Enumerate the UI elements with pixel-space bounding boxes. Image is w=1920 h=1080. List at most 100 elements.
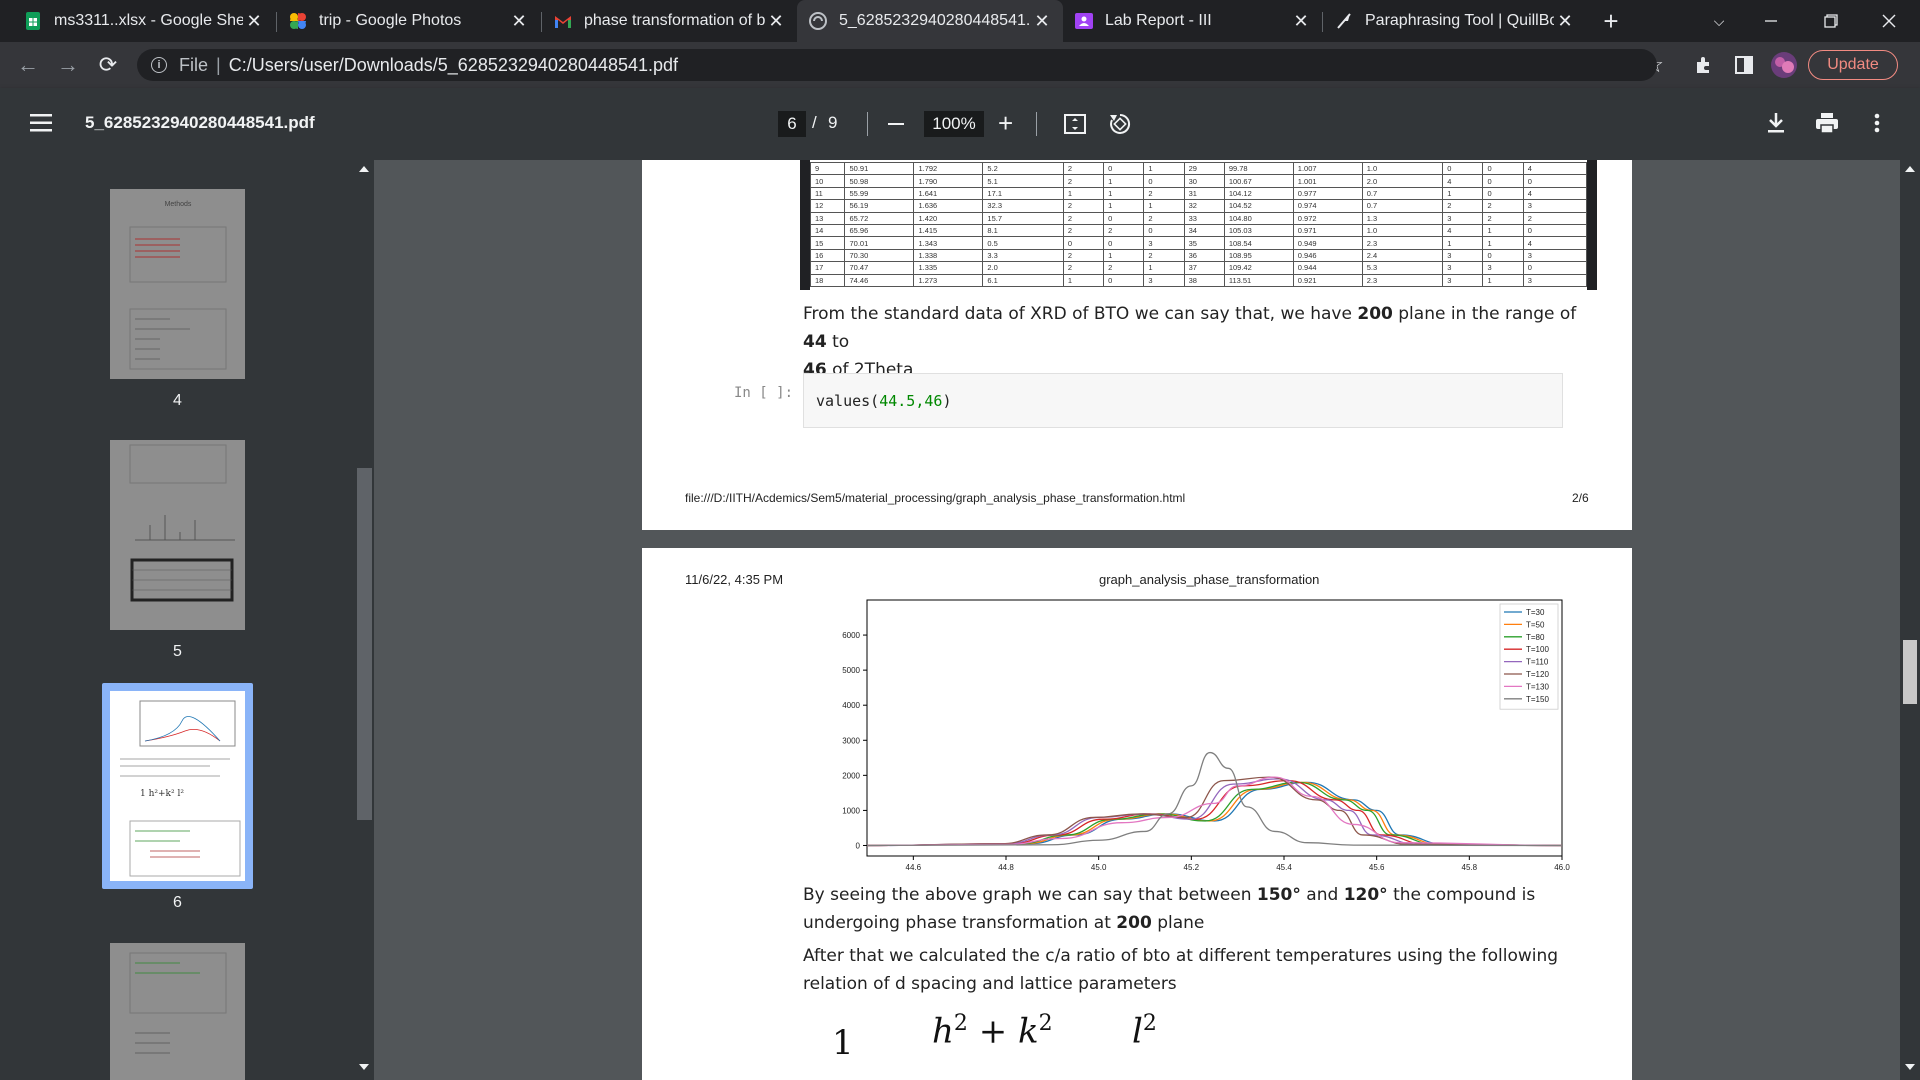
close-tab-icon[interactable]: ✕ [243,10,265,32]
zoom-in-icon[interactable]: + [998,108,1013,139]
download-icon[interactable] [1766,112,1786,139]
scroll-down-arrow[interactable] [359,1064,369,1070]
thumbnail-page-7[interactable] [110,943,245,1080]
tab-pdf-active[interactable]: 5_6285232940280448541.p ✕ [797,0,1063,42]
table-cell: 3 [1442,273,1484,287]
page-header-date: 11/6/22, 4:35 PM [685,572,784,587]
extensions-icon[interactable] [1688,42,1720,88]
thumbnail-page-4[interactable]: Methods [110,189,245,379]
fit-page-icon[interactable] [1064,114,1086,139]
tab-gmail[interactable]: phase transformation of btc ✕ [542,0,797,42]
thumbnail-page-6-selected[interactable]: 1 h²+k² l² [102,683,253,889]
pdf-tab-icon [809,12,827,30]
table-cell: 0 [1482,248,1524,263]
minimize-icon[interactable] [1748,0,1794,42]
forward-icon[interactable]: → [52,42,84,88]
scroll-thumb[interactable] [1903,640,1917,704]
close-tab-icon[interactable]: ✕ [1554,10,1576,32]
toolbar-divider [1036,112,1037,136]
x-tick-label: 45.8 [1462,863,1478,872]
x-tick-label: 46.0 [1554,863,1570,872]
table-cell: 5.1 [982,174,1064,188]
table-cell: 0 [1143,174,1185,188]
scroll-thumb[interactable] [357,468,372,820]
code-cell[interactable]: values(44.5,46) [803,373,1563,428]
table-cell: 1 [1442,186,1484,201]
table-cell: 70.01 [844,236,915,250]
reload-icon[interactable]: ⟳ [92,42,124,88]
table-cell: 1.790 [913,174,984,188]
legend-label: T=120 [1526,670,1549,679]
close-window-icon[interactable] [1866,0,1912,42]
table-cell: 2.0 [1361,174,1444,188]
table-cell: 2 [1143,248,1185,263]
site-info-icon[interactable]: i [151,57,167,73]
thumbnail-page-5[interactable] [110,440,245,630]
zoom-level-input[interactable]: 100% [924,111,984,137]
url-text[interactable]: C:/Users/user/Downloads/5_62852329402804… [229,55,678,76]
legend-label: T=150 [1526,695,1549,704]
code-args: 44.5,46 [879,392,943,410]
table-row: 9 50.91 1.792 5.2 2 0 1 29 99.78 1.007 1.0 0 0 4 [809,161,1588,176]
sidebar-scrollbar[interactable] [355,160,374,1080]
table-cell: 37 [1183,261,1225,275]
pdf-viewer[interactable]: 9 50.91 1.792 5.2 2 0 1 29 99.78 1.007 1.0 0 0 4 10 50.… [374,160,1920,1080]
table-cell: 29 [1183,161,1225,176]
new-tab-button[interactable]: + [1588,0,1634,42]
tab-quillbot[interactable]: Paraphrasing Tool | QuillBo ✕ [1323,0,1586,42]
scroll-down-arrow[interactable] [1905,1064,1915,1070]
xrd-chart: 44.6 44.8 45.0 45.2 45.4 45.6 45.8 46.0 0 1000 200… [842,599,1570,872]
scheme-label: File [179,54,209,75]
x-tick-label: 45.0 [1091,863,1107,872]
table-cell: 108.54 [1223,236,1294,250]
tab-photos[interactable]: trip - Google Photos ✕ [277,0,540,42]
scroll-up-arrow[interactable] [359,166,369,172]
tab-search-icon[interactable]: ⌵ [1696,0,1742,42]
table-cell: 3 [1143,273,1185,287]
table-cell: 65.72 [844,211,915,225]
table-cell: 14 [809,223,846,238]
table-cell: 2 [1062,174,1105,188]
tab-classroom[interactable]: Lab Report - III ✕ [1063,0,1322,42]
scroll-up-arrow[interactable] [1905,166,1915,172]
close-tab-icon[interactable]: ✕ [508,10,530,32]
legend-label: T=130 [1526,682,1549,691]
pdf-menu-icon[interactable] [30,114,52,137]
zoom-out-icon[interactable] [888,123,904,125]
table-frame [800,160,810,290]
table-cell: 70.47 [844,261,915,275]
close-tab-icon[interactable]: ✕ [1290,10,1312,32]
x-tick-label: 44.8 [998,863,1014,872]
profile-avatar[interactable] [1768,42,1800,88]
tab-sheets[interactable]: ms3311..xlsx - Google Shee ✕ [12,0,275,42]
tab-title: ms3311..xlsx - Google Shee [54,12,243,29]
close-tab-icon[interactable]: ✕ [765,10,787,32]
table-cell: 104.12 [1223,186,1294,201]
page-header-title: graph_analysis_phase_transformation [1099,572,1320,587]
page-footer-number: 2/6 [1572,491,1589,505]
table-cell: 0.977 [1292,186,1363,201]
page-number-input[interactable]: 6 [778,111,806,137]
classroom-icon [1075,12,1093,30]
viewer-scrollbar[interactable] [1900,160,1920,1080]
pdf-filename: 5_6285232940280448541.pdf [85,113,315,132]
table-cell: 1.3 [1361,211,1444,225]
table-cell: 1 [1103,248,1145,263]
rotate-icon[interactable] [1108,112,1132,141]
table-cell: 109.42 [1223,261,1294,275]
table-cell: 10 [809,174,846,188]
legend-label: T=80 [1526,633,1545,642]
back-icon[interactable]: ← [12,42,44,88]
update-button[interactable]: Update [1808,50,1898,80]
side-panel-icon[interactable] [1728,42,1760,88]
print-icon[interactable] [1815,112,1839,139]
table-cell: 104.52 [1223,199,1294,213]
close-tab-icon[interactable]: ✕ [1031,10,1053,32]
table-cell: 13 [809,211,846,225]
thumbnail-heading: Methods [165,201,192,208]
restore-icon[interactable] [1808,0,1854,42]
table-cell: 3 [1442,261,1484,275]
address-bar[interactable]: i File | C:/Users/user/Downloads/5_62852… [137,49,1657,81]
table-row: 13 65.72 1.420 15.7 2 0 2 33 104.80 0.972 1.3 3 2 2 [809,211,1588,225]
more-options-icon[interactable] [1874,113,1880,138]
